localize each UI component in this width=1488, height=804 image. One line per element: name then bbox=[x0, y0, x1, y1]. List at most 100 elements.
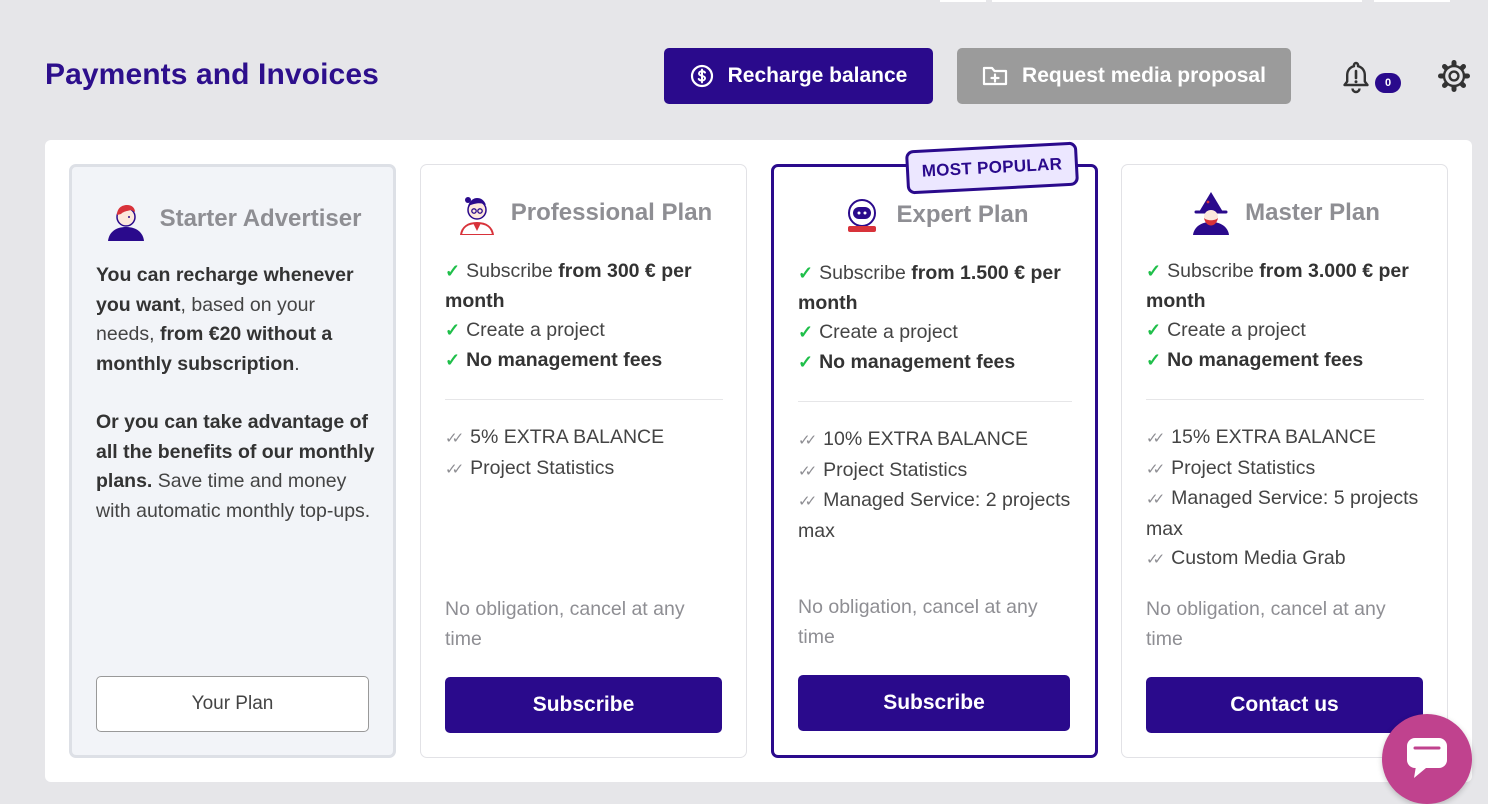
check-icon: ✓ bbox=[1146, 261, 1162, 281]
request-media-proposal-button[interactable]: Request media proposal bbox=[957, 48, 1291, 104]
plan-header: Starter Advertiser bbox=[72, 197, 393, 241]
double-check-icon: ✓✓ bbox=[798, 462, 817, 480]
plan-extras: ✓✓ 10% EXTRA BALANCE ✓✓ Project Statistics… bbox=[798, 425, 1078, 546]
plan-header: Master Plan bbox=[1122, 191, 1447, 235]
starter-description: You can recharge whenever you want, base… bbox=[96, 261, 376, 379]
plan-features: ✓ Subscribe from 300 € per month ✓ Create … bbox=[445, 257, 725, 375]
feature-subscribe: ✓ Subscribe from 300 € per month bbox=[445, 257, 725, 316]
feature-text: Create a project bbox=[819, 321, 958, 343]
feature-text: No management fees bbox=[819, 350, 1016, 373]
check-icon: ✓ bbox=[445, 320, 461, 340]
dollar-circle-icon bbox=[690, 64, 713, 88]
plan-card-professional: Professional Plan ✓ Subscribe from 300 € … bbox=[420, 164, 747, 758]
check-icon: ✓ bbox=[798, 263, 814, 283]
expert-avatar-icon bbox=[848, 199, 877, 232]
plan-header: Expert Plan bbox=[774, 193, 1095, 237]
starter-avatar-icon bbox=[107, 205, 144, 241]
extra-text: 15% EXTRA BALANCE bbox=[1171, 426, 1376, 448]
feature-no-fees: ✓ No management fees bbox=[1146, 346, 1426, 376]
plan-card-master: Master Plan ✓ Subscribe from 3.000 € per … bbox=[1121, 164, 1448, 758]
double-check-icon: ✓✓ bbox=[445, 430, 464, 447]
check-icon: ✓ bbox=[445, 349, 461, 370]
extra-item: ✓✓ Project Statistics bbox=[798, 456, 1078, 487]
gear-icon[interactable] bbox=[1437, 59, 1471, 93]
folder-plus-icon bbox=[982, 66, 1008, 86]
plan-features: ✓ Subscribe from 3.000 € per month ✓ Creat… bbox=[1146, 257, 1426, 375]
recharge-balance-button[interactable]: Recharge balance bbox=[664, 48, 933, 104]
extra-text: Project Statistics bbox=[1171, 456, 1316, 479]
double-check-icon: ✓✓ bbox=[1146, 491, 1165, 508]
check-icon: ✓ bbox=[1146, 349, 1162, 370]
feature-text: Subscribe bbox=[466, 260, 559, 282]
feature-create-project: ✓ Create a project bbox=[445, 316, 725, 346]
feature-text: No management fees bbox=[1167, 348, 1364, 371]
top-strip bbox=[940, 0, 1460, 2]
chat-launcher-button[interactable] bbox=[1382, 714, 1472, 804]
divider bbox=[1146, 399, 1424, 400]
feature-text: Create a project bbox=[466, 319, 605, 341]
subscribe-professional-button[interactable]: Subscribe bbox=[445, 677, 722, 733]
extra-item: ✓✓ Managed Service: 2 projects max bbox=[798, 486, 1078, 546]
check-icon: ✓ bbox=[1146, 320, 1162, 340]
plan-extras: ✓✓ 15% EXTRA BALANCE ✓✓ Project Statistics… bbox=[1146, 423, 1426, 575]
extra-text: Managed Service: 2 projects max bbox=[798, 489, 1071, 542]
plan-note: No obligation, cancel at any time bbox=[798, 596, 1038, 648]
feature-text: Subscribe bbox=[1167, 260, 1260, 282]
double-check-icon: ✓✓ bbox=[445, 460, 464, 478]
extra-text: Managed Service: 5 projects max bbox=[1146, 487, 1419, 540]
notification-count-badge: 0 bbox=[1375, 73, 1401, 93]
extra-text: Project Statistics bbox=[470, 456, 615, 479]
feature-create-project: ✓ Create a project bbox=[798, 318, 1078, 348]
contact-us-button[interactable]: Contact us bbox=[1146, 677, 1423, 733]
subscribe-expert-button[interactable]: Subscribe bbox=[798, 675, 1070, 731]
plan-name: Expert Plan bbox=[896, 201, 1029, 228]
extra-item: ✓✓ Custom Media Grab bbox=[1146, 544, 1426, 575]
starter-text: . bbox=[294, 352, 300, 375]
feature-create-project: ✓ Create a project bbox=[1146, 316, 1426, 346]
plan-card-starter: Starter Advertiser You can recharge when… bbox=[69, 164, 396, 758]
extra-text: 5% EXTRA BALANCE bbox=[470, 426, 665, 448]
extra-item: ✓✓ 5% EXTRA BALANCE bbox=[445, 423, 725, 454]
check-icon: ✓ bbox=[798, 322, 814, 342]
chat-bubble-icon bbox=[1407, 738, 1447, 778]
double-check-icon: ✓✓ bbox=[1146, 430, 1165, 447]
extra-item: ✓✓ Project Statistics bbox=[1146, 454, 1426, 485]
starter-description-2: Or you can take advantage of all the ben… bbox=[96, 408, 376, 526]
check-icon: ✓ bbox=[445, 261, 461, 281]
bell-alert-icon[interactable] bbox=[1340, 60, 1372, 94]
plan-features: ✓ Subscribe from 1.500 € per month ✓ Creat… bbox=[798, 259, 1078, 377]
plan-note: No obligation, cancel at any time bbox=[1146, 598, 1386, 650]
extra-item: ✓✓ Project Statistics bbox=[445, 454, 725, 485]
extra-item: ✓✓ Managed Service: 5 projects max bbox=[1146, 484, 1426, 544]
extra-text: 10% EXTRA BALANCE bbox=[823, 428, 1028, 450]
feature-text: No management fees bbox=[466, 348, 663, 371]
divider bbox=[798, 401, 1072, 402]
extra-item: ✓✓ 10% EXTRA BALANCE bbox=[798, 425, 1078, 456]
plan-header: Professional Plan bbox=[421, 191, 746, 235]
feature-text: Subscribe bbox=[819, 262, 912, 284]
plan-name: Starter Advertiser bbox=[159, 205, 362, 232]
check-icon: ✓ bbox=[798, 351, 814, 372]
plan-card-expert: Expert Plan ✓ Subscribe from 1.500 € per … bbox=[771, 164, 1098, 758]
page-title: Payments and Invoices bbox=[45, 58, 379, 91]
feature-text: Create a project bbox=[1167, 319, 1306, 341]
plan-extras: ✓✓ 5% EXTRA BALANCE ✓✓ Project Statistics bbox=[445, 423, 725, 484]
extra-item: ✓✓ 15% EXTRA BALANCE bbox=[1146, 423, 1426, 454]
master-avatar-icon bbox=[1193, 192, 1230, 235]
your-plan-button[interactable]: Your Plan bbox=[96, 676, 369, 732]
double-check-icon: ✓✓ bbox=[798, 493, 817, 510]
plan-note: No obligation, cancel at any time bbox=[445, 598, 685, 650]
double-check-icon: ✓✓ bbox=[1146, 460, 1165, 478]
most-popular-badge: MOST POPULAR bbox=[904, 141, 1080, 195]
feature-no-fees: ✓ No management fees bbox=[798, 348, 1078, 378]
divider bbox=[445, 399, 723, 400]
extra-text: Project Statistics bbox=[823, 458, 968, 481]
plan-name: Master Plan bbox=[1245, 199, 1380, 226]
double-check-icon: ✓✓ bbox=[798, 432, 817, 449]
extra-text: Custom Media Grab bbox=[1171, 547, 1346, 569]
feature-subscribe: ✓ Subscribe from 3.000 € per month bbox=[1146, 257, 1426, 316]
request-media-proposal-label: Request media proposal bbox=[1022, 64, 1266, 87]
professional-avatar-icon bbox=[459, 197, 494, 235]
double-check-icon: ✓✓ bbox=[1146, 551, 1165, 568]
plan-name: Professional Plan bbox=[510, 199, 713, 226]
